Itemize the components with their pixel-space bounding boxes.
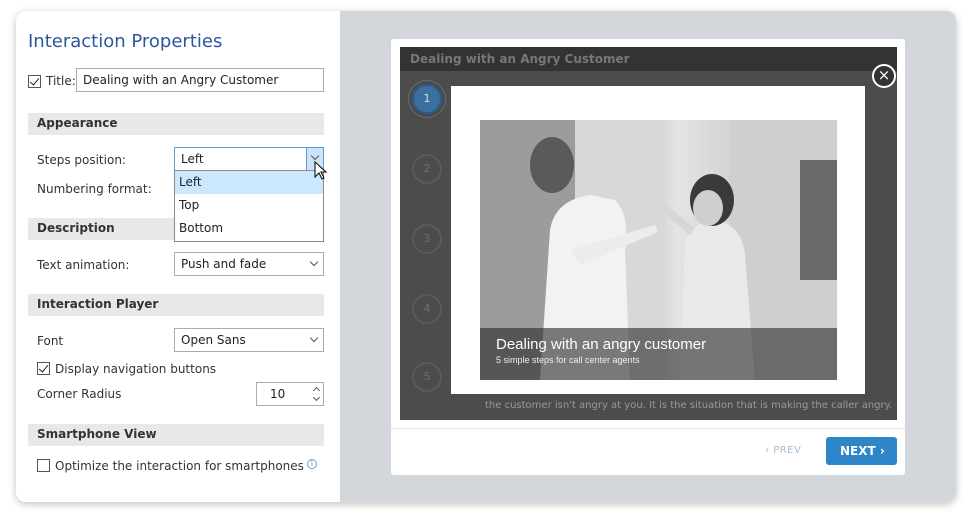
text-animation-select[interactable]: Push and fade xyxy=(174,252,324,276)
step-4[interactable]: 4 xyxy=(412,294,442,324)
optimize-smartphones-label: Optimize the interaction for smartphones xyxy=(55,459,304,473)
chevron-down-icon xyxy=(310,151,320,161)
corner-radius-label: Corner Radius xyxy=(37,387,122,401)
cover-caption: Dealing with an angry customer 5 simple … xyxy=(480,328,837,380)
font-value: Open Sans xyxy=(181,333,246,347)
optimize-smartphones-checkbox[interactable] xyxy=(37,459,50,472)
title-label: Title: xyxy=(46,74,76,88)
interaction-player-section-header: Interaction Player xyxy=(28,294,324,316)
cover-caption-subtitle: 5 simple steps for call center agents xyxy=(496,355,640,365)
close-icon[interactable]: × xyxy=(872,64,896,88)
spin-down-icon[interactable] xyxy=(312,393,321,402)
dropdown-option-top[interactable]: Top xyxy=(175,194,323,217)
steps-position-label: Steps position: xyxy=(37,153,126,167)
appearance-section-header: Appearance xyxy=(28,113,324,135)
player-backdrop: Dealing with an Angry Customer 1 2 3 4 5… xyxy=(400,47,897,420)
step-1[interactable]: 1 xyxy=(412,84,442,114)
text-animation-label: Text animation: xyxy=(37,258,130,272)
preview-card: Dealing with an Angry Customer 1 2 3 4 5… xyxy=(391,39,905,475)
properties-panel: Interaction Properties Title: Dealing wi… xyxy=(16,11,340,502)
font-select[interactable]: Open Sans xyxy=(174,328,324,352)
chevron-right-icon: › xyxy=(875,444,885,458)
cover-caption-title: Dealing with an angry customer xyxy=(496,336,707,353)
display-navigation-label: Display navigation buttons xyxy=(55,362,217,376)
chevron-down-icon xyxy=(309,257,319,267)
panel-title: Interaction Properties xyxy=(28,31,223,52)
chevron-left-icon: ‹ xyxy=(765,445,774,456)
text-animation-value: Push and fade xyxy=(181,257,267,271)
dropdown-option-bottom[interactable]: Bottom xyxy=(175,217,323,240)
corner-radius-value: 10 xyxy=(270,387,286,401)
step-2[interactable]: 2 xyxy=(412,154,442,184)
preview-area: Dealing with an Angry Customer 1 2 3 4 5… xyxy=(340,11,956,502)
mouse-cursor-icon xyxy=(314,161,328,180)
dropdown-option-left[interactable]: Left xyxy=(175,171,323,194)
step-3[interactable]: 3 xyxy=(412,224,442,254)
chevron-down-icon xyxy=(309,333,319,343)
next-button[interactable]: NEXT › xyxy=(826,437,897,465)
steps-position-value: Left xyxy=(181,152,204,166)
corner-radius-stepper[interactable]: 10 xyxy=(256,382,324,406)
steps-position-select[interactable]: Left xyxy=(174,147,324,171)
font-label: Font xyxy=(37,334,64,348)
display-navigation-checkbox[interactable] xyxy=(37,362,50,375)
title-input[interactable]: Dealing with an Angry Customer xyxy=(76,68,324,92)
smartphone-section-header: Smartphone View xyxy=(28,424,324,446)
player-body-text: the customer isn't angry at you. It is t… xyxy=(485,400,893,411)
step-5[interactable]: 5 xyxy=(412,362,442,392)
prev-button[interactable]: ‹ PREV xyxy=(765,445,801,456)
prev-button-label: PREV xyxy=(773,445,802,456)
player-header-title: Dealing with an Angry Customer xyxy=(400,47,897,71)
info-icon[interactable]: i xyxy=(306,459,317,469)
cover-photo: Dealing with an angry customer 5 simple … xyxy=(480,120,837,380)
optimize-smartphones-row: Optimize the interaction for smartphones… xyxy=(55,459,317,473)
next-button-label: NEXT xyxy=(840,444,876,458)
numbering-format-label: Numbering format: xyxy=(37,182,152,196)
title-checkbox[interactable] xyxy=(28,75,41,88)
intro-modal: Dealing with an angry customer 5 simple … xyxy=(451,86,865,394)
footer-divider xyxy=(391,428,905,429)
properties-window: Interaction Properties Title: Dealing wi… xyxy=(16,11,956,502)
steps-position-dropdown-list: Left Top Bottom xyxy=(174,170,324,242)
